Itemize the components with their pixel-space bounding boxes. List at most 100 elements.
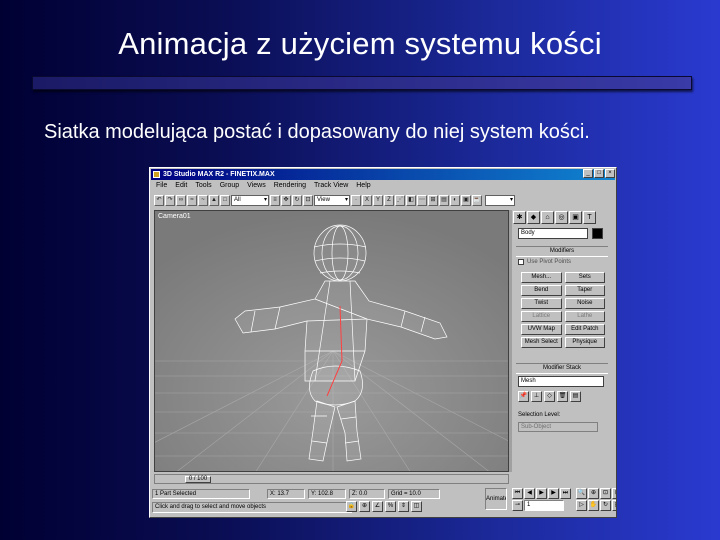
menu-edit[interactable]: Edit bbox=[175, 181, 187, 191]
orbit-icon[interactable]: ↻ bbox=[600, 500, 611, 511]
object-color-swatch[interactable] bbox=[592, 228, 603, 239]
selection-level-label: Selection Level: bbox=[518, 412, 561, 418]
close-button[interactable]: × bbox=[605, 169, 615, 178]
menu-help[interactable]: Help bbox=[356, 181, 370, 191]
array-icon[interactable]: ⋯ bbox=[417, 194, 427, 206]
previous-frame-icon[interactable]: ◀ bbox=[524, 488, 535, 499]
edit-stack-icon[interactable]: ▤ bbox=[570, 391, 581, 402]
current-frame-field[interactable]: 1 bbox=[524, 500, 564, 511]
z-axis-button[interactable]: Z bbox=[384, 194, 394, 206]
spinner-snap-icon[interactable]: ⇕ bbox=[398, 501, 409, 512]
modifier-button[interactable]: Lattice bbox=[521, 311, 562, 322]
zoom-all-icon[interactable]: ⊕ bbox=[588, 488, 599, 499]
modifier-stack-select[interactable]: Mesh bbox=[518, 376, 604, 387]
unlink-icon[interactable]: ≈ bbox=[187, 194, 197, 206]
link-icon[interactable]: ∞ bbox=[176, 194, 186, 206]
modifier-button[interactable]: Physique bbox=[564, 337, 605, 348]
maximize-button[interactable]: □ bbox=[594, 169, 604, 178]
title-divider bbox=[32, 76, 692, 90]
make-unique-icon[interactable]: ◇ bbox=[544, 391, 555, 402]
modifier-button[interactable]: Bend bbox=[521, 285, 562, 296]
use-pivot-points-row[interactable]: Use Pivot Points bbox=[518, 259, 571, 265]
create-tab-icon[interactable]: ✱ bbox=[513, 211, 526, 224]
use-pivot-points-checkbox[interactable] bbox=[518, 259, 524, 265]
xy-axis-button[interactable]: ⋰ bbox=[395, 194, 405, 206]
menu-track-view[interactable]: Track View bbox=[314, 181, 348, 191]
active-end-icon[interactable]: ⊥ bbox=[531, 391, 542, 402]
minimize-button[interactable]: _ bbox=[583, 169, 593, 178]
modifier-button[interactable]: UVW Map bbox=[521, 324, 562, 335]
go-to-end-icon[interactable]: ⏭ bbox=[560, 488, 571, 499]
render-icon[interactable]: ▣ bbox=[461, 194, 471, 206]
hierarchy-tab-icon[interactable]: ⌂ bbox=[541, 211, 554, 224]
modifier-button[interactable]: Noise bbox=[564, 298, 605, 309]
window-titlebar[interactable]: 3D Studio MAX R2 - FINETIX.MAX bbox=[151, 169, 615, 180]
menu-tools[interactable]: Tools bbox=[195, 181, 211, 191]
modifier-button[interactable]: Taper bbox=[564, 285, 605, 296]
select-region-icon[interactable]: □ bbox=[220, 194, 230, 206]
command-panel: ✱ ◆ ⌂ ◎ ▣ T Body Modifiers Use Pivot Poi… bbox=[512, 210, 614, 485]
pivot-icon[interactable]: · bbox=[351, 194, 361, 206]
time-slider[interactable]: 0 / 100 bbox=[185, 476, 211, 483]
selection-level-select[interactable]: Sub-Object bbox=[518, 422, 598, 432]
menu-views[interactable]: Views bbox=[247, 181, 266, 191]
use-pivot-points-label: Use Pivot Points bbox=[527, 259, 572, 265]
modifier-button[interactable]: Mesh Select bbox=[521, 337, 562, 348]
select-by-name-icon[interactable]: ≡ bbox=[270, 194, 280, 206]
zoom-extents-all-icon[interactable]: ⊞ bbox=[612, 488, 616, 499]
motion-tab-icon[interactable]: ◎ bbox=[555, 211, 568, 224]
fov-icon[interactable]: ▷ bbox=[576, 500, 587, 511]
undo-icon[interactable]: ↶ bbox=[154, 194, 164, 206]
bind-icon[interactable]: ~ bbox=[198, 194, 208, 206]
zoom-icon[interactable]: 🔍 bbox=[576, 488, 587, 499]
track-view-icon[interactable]: ▤ bbox=[439, 194, 449, 206]
selection-filter-select[interactable]: All bbox=[231, 194, 269, 206]
menu-group[interactable]: Group bbox=[220, 181, 239, 191]
camera-viewport[interactable]: Camera01 bbox=[154, 210, 509, 472]
min-max-toggle-icon[interactable]: ◰ bbox=[612, 500, 616, 511]
y-axis-button[interactable]: Y bbox=[373, 194, 383, 206]
go-to-start-icon[interactable]: ⏮ bbox=[512, 488, 523, 499]
pin-stack-icon[interactable]: 📌 bbox=[518, 391, 529, 402]
coordinate-system-select[interactable]: View bbox=[314, 194, 350, 206]
render-type-select[interactable] bbox=[485, 194, 515, 206]
percent-snap-icon[interactable]: % bbox=[385, 501, 396, 512]
x-axis-button[interactable]: X bbox=[362, 194, 372, 206]
display-tab-icon[interactable]: ▣ bbox=[569, 211, 582, 224]
remove-modifier-icon[interactable]: 🗑 bbox=[557, 391, 568, 402]
main-toolbar: ↶ ↷ ∞ ≈ ~ ▲ □ All ≡ ✥ ↻ ⊡ View · X Y Z ⋰… bbox=[152, 193, 614, 207]
menu-rendering[interactable]: Rendering bbox=[274, 181, 306, 191]
next-frame-icon[interactable]: ▶ bbox=[548, 488, 559, 499]
object-name-field[interactable]: Body bbox=[518, 228, 588, 239]
lock-icon[interactable]: 🔒 bbox=[346, 501, 357, 512]
modifier-button[interactable]: Lathe bbox=[564, 311, 605, 322]
quick-render-icon[interactable]: ☕ bbox=[472, 194, 482, 206]
modifier-button[interactable]: Twist bbox=[521, 298, 562, 309]
modifier-button[interactable]: Edit Patch bbox=[564, 324, 605, 335]
modifier-button[interactable]: Sets bbox=[564, 272, 605, 283]
pan-icon[interactable]: ✋ bbox=[588, 500, 599, 511]
angle-snap-icon[interactable]: ∠ bbox=[372, 501, 383, 512]
menu-file[interactable]: File bbox=[156, 181, 167, 191]
select-icon[interactable]: ▲ bbox=[209, 194, 219, 206]
modifier-button[interactable]: Mesh... bbox=[521, 272, 562, 283]
rotate-icon[interactable]: ↻ bbox=[292, 194, 302, 206]
key-mode-icon[interactable]: ⊸ bbox=[512, 500, 523, 511]
align-icon[interactable]: ⊞ bbox=[428, 194, 438, 206]
snap-icon[interactable]: ⊕ bbox=[359, 501, 370, 512]
time-slider-track[interactable]: 0 / 100 bbox=[154, 474, 509, 484]
play-icon[interactable]: ▶ bbox=[536, 488, 547, 499]
scale-icon[interactable]: ⊡ bbox=[303, 194, 313, 206]
slide-subtitle: Siatka modelująca postać i dopasowany do… bbox=[44, 121, 590, 143]
utilities-tab-icon[interactable]: T bbox=[583, 211, 596, 224]
modifier-stack-rollout-title[interactable]: Modifier Stack bbox=[516, 363, 608, 374]
zoom-extents-icon[interactable]: ⊡ bbox=[600, 488, 611, 499]
modifiers-rollout-title[interactable]: Modifiers bbox=[516, 246, 608, 257]
animate-button[interactable]: Animate bbox=[485, 488, 507, 510]
window-crossing-icon[interactable]: ◫ bbox=[411, 501, 422, 512]
mirror-icon[interactable]: ◧ bbox=[406, 194, 416, 206]
redo-icon[interactable]: ↷ bbox=[165, 194, 175, 206]
move-icon[interactable]: ✥ bbox=[281, 194, 291, 206]
material-editor-icon[interactable]: ◐ bbox=[450, 194, 460, 206]
modify-tab-icon[interactable]: ◆ bbox=[527, 211, 540, 224]
